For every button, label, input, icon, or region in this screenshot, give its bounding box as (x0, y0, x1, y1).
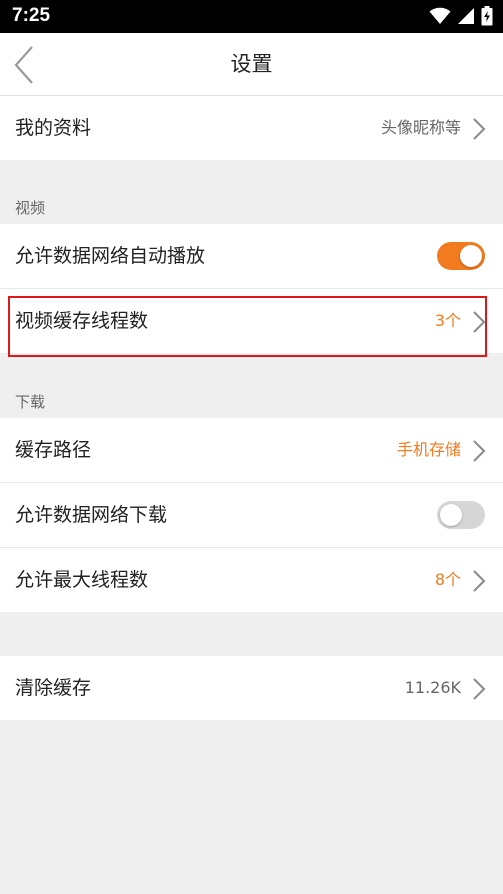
cache-path-value: 手机存储 (396, 440, 461, 459)
header: 设置 (0, 33, 503, 96)
data-download-label: 允许数据网络下载 (15, 504, 168, 526)
max-threads-label: 允许最大线程数 (15, 569, 149, 591)
section-label-video: 视频 (15, 199, 46, 217)
video-cache-threads-value: 3个 (434, 311, 461, 330)
signal-icon (458, 8, 474, 24)
video-cache-threads-row[interactable]: 视频缓存线程数 3个 (0, 289, 503, 353)
chevron-right-icon (473, 440, 486, 462)
toggle-knob (460, 245, 482, 267)
battery-charging-icon (481, 6, 493, 26)
status-time: 7:25 (12, 5, 51, 26)
clear-cache-label: 清除缓存 (15, 677, 92, 699)
data-download-row: 允许数据网络下载 (0, 483, 503, 547)
cache-path-row[interactable]: 缓存路径 手机存储 (0, 418, 503, 482)
chevron-right-icon (473, 678, 486, 700)
chevron-right-icon (473, 311, 486, 333)
max-threads-value: 8个 (434, 570, 461, 589)
wifi-icon (429, 7, 451, 24)
autoplay-label: 允许数据网络自动播放 (15, 245, 206, 267)
clear-cache-value: 11.26K (404, 678, 461, 697)
max-threads-row[interactable]: 允许最大线程数 8个 (0, 548, 503, 612)
profile-label: 我的资料 (15, 117, 92, 139)
profile-row[interactable]: 我的资料 头像昵称等 (0, 96, 503, 160)
chevron-right-icon (473, 570, 486, 592)
section-label-download: 下载 (15, 393, 46, 411)
profile-value: 头像昵称等 (380, 118, 461, 137)
status-icons (423, 5, 493, 27)
cache-path-label: 缓存路径 (15, 439, 92, 461)
page-title: 设置 (230, 52, 273, 76)
autoplay-row: 允许数据网络自动播放 (0, 224, 503, 288)
autoplay-toggle[interactable] (437, 242, 485, 270)
video-cache-threads-label: 视频缓存线程数 (15, 310, 149, 332)
toggle-knob (440, 504, 462, 526)
status-bar: 7:25 (0, 0, 503, 33)
data-download-toggle[interactable] (437, 501, 485, 529)
clear-cache-row[interactable]: 清除缓存 11.26K (0, 656, 503, 720)
chevron-right-icon (473, 118, 486, 140)
